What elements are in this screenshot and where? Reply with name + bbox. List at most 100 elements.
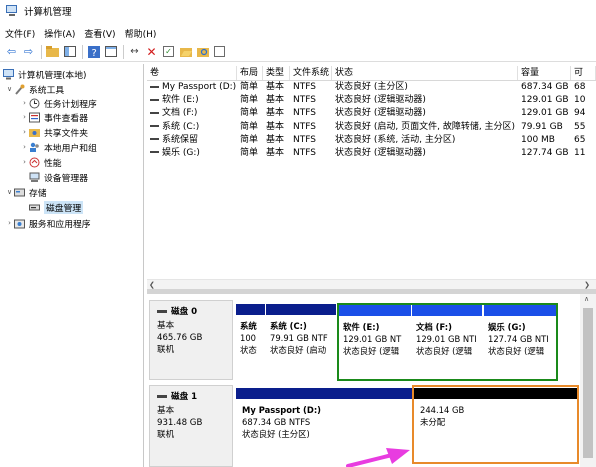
column-header-status[interactable]: 状态 bbox=[332, 66, 518, 80]
tree-item-event-viewer[interactable]: › 事件查看器 bbox=[20, 110, 88, 124]
tree-item-root[interactable]: 计算机管理(本地) bbox=[3, 67, 86, 81]
up-folder-icon[interactable] bbox=[45, 44, 60, 59]
menu-action[interactable]: 操作(A) bbox=[44, 27, 75, 40]
disk-management-icon bbox=[29, 202, 40, 213]
tree-item-services[interactable]: › 服务和应用程序 bbox=[5, 216, 91, 230]
column-header-volume[interactable]: 卷 bbox=[147, 66, 237, 80]
partition-e[interactable]: 软件 (E:) 129.01 GB NT 状态良好 (逻辑 bbox=[339, 305, 411, 379]
chevron-right-icon[interactable]: › bbox=[20, 113, 29, 121]
tools-icon bbox=[14, 84, 25, 95]
volume-name: 文档 (F:) bbox=[162, 108, 198, 119]
partition-c[interactable]: 系统 (C:) 79.91 GB NTF 状态良好 (启动 bbox=[266, 304, 336, 380]
partition-bar bbox=[236, 388, 412, 399]
type-cell: 基本 bbox=[266, 82, 285, 92]
volume-list: 卷 布局 类型 文件系统 状态 容量 可 My Passport (D:) 简单… bbox=[147, 66, 596, 276]
partition-f[interactable]: 文档 (F:) 129.01 GB NTI 状态良好 (逻辑 bbox=[412, 305, 482, 379]
tree-label: 共享文件夹 bbox=[44, 128, 88, 139]
horizontal-scrollbar[interactable]: ❮ ❯ bbox=[147, 279, 596, 289]
partition-bar bbox=[339, 305, 411, 316]
tree-label: 存储 bbox=[29, 188, 47, 199]
device-manager-icon bbox=[29, 172, 40, 183]
menu-help[interactable]: 帮助(H) bbox=[125, 27, 157, 40]
table-row[interactable]: 软件 (E:) 简单 基本 NTFS 状态良好 (逻辑驱动器) 129.01 G… bbox=[147, 94, 596, 107]
chevron-right-icon[interactable]: › bbox=[20, 158, 29, 166]
table-row[interactable]: 文档 (F:) 简单 基本 NTFS 状态良好 (逻辑驱动器) 129.01 G… bbox=[147, 107, 596, 120]
tree-item-local-users[interactable]: › 本地用户和组 bbox=[20, 140, 97, 154]
chevron-down-icon[interactable]: ∨ bbox=[5, 188, 14, 196]
volume-cell: 系统 (C:) bbox=[147, 121, 237, 134]
check-icon[interactable]: ✓ bbox=[161, 44, 176, 59]
tree-item-storage[interactable]: ∨ 存储 bbox=[5, 185, 47, 199]
partition-system-reserved[interactable]: 系统 100 状态 bbox=[236, 304, 265, 380]
table-row[interactable]: 娱乐 (G:) 简单 基本 NTFS 状态良好 (逻辑驱动器) 127.74 G… bbox=[147, 147, 596, 160]
tree-label: 任务计划程序 bbox=[44, 99, 97, 110]
status-cell: 状态良好 (启动, 页面文件, 故障转储, 主分区) bbox=[335, 121, 516, 132]
forward-icon[interactable]: ⇨ bbox=[21, 44, 36, 59]
menu-file[interactable]: 文件(F) bbox=[5, 27, 35, 40]
toolbar-separator bbox=[41, 44, 42, 59]
tree-item-task-scheduler[interactable]: › 任务计划程序 bbox=[20, 96, 97, 110]
volume-icon bbox=[150, 151, 159, 154]
vertical-scrollbar[interactable]: ∧ bbox=[580, 294, 596, 467]
partition-name: My Passport (D:) bbox=[242, 405, 321, 415]
partition-size: 127.74 GB NTI bbox=[488, 334, 549, 344]
table-row[interactable]: My Passport (D:) 简单 基本 NTFS 状态良好 (主分区) 6… bbox=[147, 81, 596, 94]
tree-item-disk-management[interactable]: 磁盘管理 bbox=[29, 200, 84, 214]
connect-icon[interactable]: ↔ bbox=[127, 44, 142, 59]
volume-name: 系统保留 bbox=[162, 134, 199, 145]
view-icon[interactable] bbox=[212, 44, 227, 59]
status-cell: 状态良好 (逻辑驱动器) bbox=[335, 147, 426, 158]
disk-icon bbox=[157, 395, 167, 398]
scrollbar-thumb[interactable] bbox=[583, 308, 593, 458]
chevron-right-icon[interactable]: › bbox=[20, 143, 29, 151]
volume-cell: My Passport (D:) bbox=[147, 81, 237, 94]
column-header-filesystem[interactable]: 文件系统 bbox=[290, 66, 332, 80]
partition-g[interactable]: 娱乐 (G:) 127.74 GB NTI 状态良好 (逻辑 bbox=[484, 305, 556, 379]
column-header-capacity[interactable]: 容量 bbox=[518, 66, 571, 80]
partition-status: 状态良好 (逻辑 bbox=[416, 346, 473, 356]
volume-icon bbox=[150, 125, 159, 128]
delete-icon[interactable]: ✕ bbox=[144, 44, 159, 59]
chevron-down-icon[interactable]: ∨ bbox=[5, 85, 14, 93]
title-bar: 计算机管理 bbox=[0, 0, 596, 22]
disk-0-label[interactable]: 磁盘 0 基本 465.76 GB 联机 bbox=[149, 300, 233, 380]
disk-1-label[interactable]: 磁盘 1 基本 931.48 GB 联机 bbox=[149, 385, 233, 467]
storage-icon bbox=[14, 187, 25, 198]
chevron-right-icon[interactable]: › bbox=[5, 219, 14, 227]
tree-item-shared-folders[interactable]: › 共享文件夹 bbox=[20, 125, 88, 139]
partition-size: 79.91 GB NTF bbox=[270, 333, 328, 343]
column-header-type[interactable]: 类型 bbox=[263, 66, 290, 80]
chevron-right-icon[interactable]: › bbox=[20, 128, 29, 136]
column-header-free[interactable]: 可 bbox=[571, 66, 596, 80]
show-hide-tree-icon[interactable] bbox=[62, 44, 77, 59]
menu-view[interactable]: 查看(V) bbox=[84, 27, 115, 40]
partition-name: 文档 (F:) bbox=[416, 322, 452, 332]
tree-item-system-tools[interactable]: ∨ 系统工具 bbox=[5, 82, 64, 96]
chevron-right-icon[interactable]: › bbox=[20, 99, 29, 107]
table-row[interactable]: 系统保留 简单 基本 NTFS 状态良好 (系统, 活动, 主分区) 100 M… bbox=[147, 134, 596, 147]
tree-item-performance[interactable]: › 性能 bbox=[20, 155, 62, 169]
disk-1-name: 磁盘 1 bbox=[171, 392, 198, 402]
open-folder-icon[interactable] bbox=[178, 44, 193, 59]
scroll-up-icon[interactable]: ∧ bbox=[584, 295, 589, 303]
partition-name: 系统 (C:) bbox=[270, 321, 307, 331]
performance-icon bbox=[29, 157, 40, 168]
volume-name: 娱乐 (G:) bbox=[162, 147, 200, 158]
menu-bar: 文件(F) 操作(A) 查看(V) 帮助(H) bbox=[0, 25, 596, 41]
column-header-layout[interactable]: 布局 bbox=[237, 66, 263, 80]
users-icon bbox=[29, 142, 40, 153]
status-cell: 状态良好 (逻辑驱动器) bbox=[335, 95, 426, 106]
navigation-tree: 计算机管理(本地) ∨ 系统工具 › 任务计划程序 › 事件查看器 › 共享文件… bbox=[0, 64, 144, 467]
search-folder-icon[interactable] bbox=[195, 44, 210, 59]
partition-size: 129.01 GB NT bbox=[343, 334, 402, 344]
partition-status: 状态良好 (主分区) bbox=[242, 429, 310, 439]
help-icon[interactable]: ? bbox=[86, 44, 101, 59]
back-icon[interactable]: ⇦ bbox=[4, 44, 19, 59]
disk-0-state: 联机 bbox=[157, 345, 175, 355]
tree-label: 系统工具 bbox=[29, 85, 65, 96]
filesystem-cell: NTFS bbox=[293, 121, 316, 132]
volume-name: My Passport (D:) bbox=[162, 82, 237, 92]
table-row[interactable]: 系统 (C:) 简单 基本 NTFS 状态良好 (启动, 页面文件, 故障转储,… bbox=[147, 121, 596, 134]
tree-item-device-manager[interactable]: 设备管理器 bbox=[29, 170, 88, 184]
properties-icon[interactable] bbox=[103, 44, 118, 59]
